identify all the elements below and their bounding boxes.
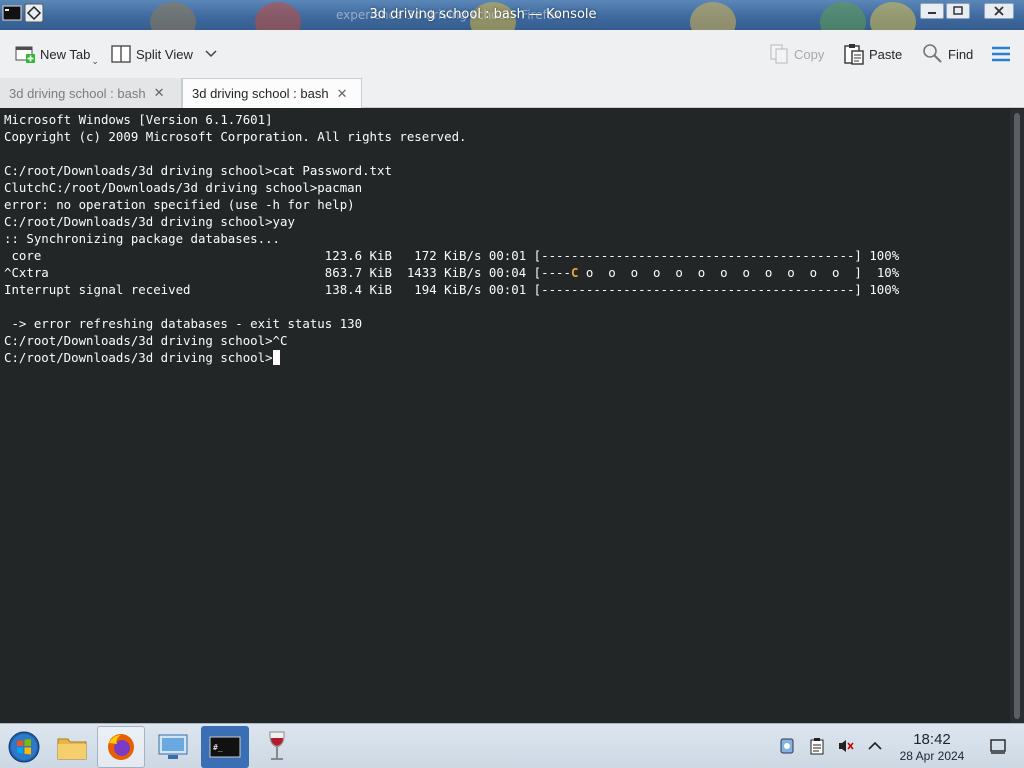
terminal-output[interactable]: Microsoft Windows [Version 6.1.7601] Cop…	[0, 109, 1010, 723]
tab-label: 3d driving school : bash	[9, 85, 146, 101]
close-tab-icon[interactable]: ✕	[154, 85, 165, 101]
start-orb-button[interactable]	[0, 726, 48, 768]
tab-bar: 3d driving school : bash ✕ 3d driving sc…	[0, 76, 1024, 108]
chevron-up-icon[interactable]	[866, 737, 884, 755]
taskbar-remote-desktop[interactable]	[149, 726, 197, 768]
hamburger-menu-icon	[990, 43, 1012, 65]
terminal-line: core 123.6 KiB 172 KiB/s 00:01 [--------…	[4, 248, 900, 263]
paste-button[interactable]: Paste	[843, 42, 902, 66]
terminal-line: Copyright (c) 2009 Microsoft Corporation…	[4, 129, 467, 144]
split-view-icon	[110, 43, 132, 65]
terminal-line: C:/root/Downloads/3d driving school>yay	[4, 214, 295, 229]
terminal-icon: #_	[209, 736, 241, 758]
terminal-line: ^Cxtra 863.7 KiB 1433 KiB/s 00:04 [----	[4, 265, 571, 280]
svg-text:#_: #_	[213, 743, 223, 752]
close-button[interactable]	[984, 3, 1014, 19]
taskbar-wine[interactable]	[253, 726, 301, 768]
terminal-line: :: Synchronizing package databases...	[4, 231, 281, 246]
new-tab-icon	[14, 43, 36, 65]
terminal-text: Microsoft Windows [Version 6.1.7601] Cop…	[4, 111, 899, 366]
maximize-button[interactable]	[946, 3, 970, 19]
copy-button[interactable]: Copy	[768, 42, 824, 66]
remote-desktop-icon	[158, 734, 188, 759]
firefox-icon	[108, 734, 134, 760]
taskbar-firefox[interactable]	[97, 726, 145, 768]
close-tab-icon[interactable]: ✕	[337, 86, 348, 102]
minimize-button[interactable]	[920, 3, 944, 19]
dropdown-arrow-icon: ⌄	[91, 55, 99, 66]
terminal-prompt: C:/root/Downloads/3d driving school>	[4, 350, 273, 365]
hamburger-menu-button[interactable]	[990, 42, 1012, 66]
terminal-cursor	[272, 350, 280, 365]
window-title: 3d driving school : bash — Konsole	[369, 7, 597, 22]
terminal-line: C:/root/Downloads/3d driving school>cat …	[4, 163, 392, 178]
terminal-line: C:/root/Downloads/3d driving school>^C	[4, 333, 288, 348]
clock-time: 18:42	[913, 731, 951, 748]
taskbar: #_ 18:42 28 Apr 2024	[0, 723, 1024, 768]
find-label: Find	[948, 46, 974, 62]
volume-muted-icon[interactable]	[837, 737, 855, 755]
wine-glass-icon	[269, 731, 285, 760]
tab-label: 3d driving school : bash	[192, 86, 329, 101]
find-button[interactable]: Find	[922, 42, 973, 66]
paste-icon	[843, 43, 865, 65]
search-icon	[922, 43, 944, 65]
split-view-label: Split View	[136, 46, 193, 62]
terminal-scrollbar[interactable]	[1010, 109, 1024, 723]
taskbar-file-manager[interactable]	[48, 726, 96, 768]
tab-bash-1[interactable]: 3d driving school : bash ✕	[0, 78, 182, 108]
windows-start-icon	[8, 731, 40, 763]
pacman-progress-tail: o o o o o o o o o o o o ] 10%	[578, 265, 900, 280]
taskbar-clock[interactable]: 18:42 28 Apr 2024	[886, 731, 978, 763]
clipboard-icon[interactable]	[808, 737, 826, 755]
new-tab-button[interactable]: New Tab ⌄	[14, 42, 99, 66]
copy-icon	[768, 43, 790, 65]
copy-label: Copy	[794, 46, 825, 62]
tray-app-icon[interactable]	[778, 737, 796, 755]
scrollbar-thumb[interactable]	[1014, 113, 1020, 719]
chevron-down-icon[interactable]	[205, 47, 217, 62]
terminal-line: Microsoft Windows [Version 6.1.7601]	[4, 112, 273, 127]
terminal-line: error: no operation specified (use -h fo…	[4, 197, 355, 212]
tab-bash-2[interactable]: 3d driving school : bash ✕	[182, 78, 362, 108]
new-tab-label: New Tab	[40, 46, 91, 62]
split-view-button[interactable]: Split View	[110, 42, 217, 66]
terminal-line: ClutchC:/root/Downloads/3d driving schoo…	[4, 180, 363, 195]
taskbar-terminal[interactable]: #_	[201, 726, 249, 768]
toolbar: New Tab ⌄ Split View Copy Paste Find	[0, 30, 1024, 76]
window-titlebar[interactable]: experience 3d driving school - Firefox 3…	[0, 0, 1024, 30]
show-desktop-icon[interactable]	[989, 737, 1007, 755]
terminal-line: -> error refreshing databases - exit sta…	[4, 316, 363, 331]
terminal-line: Interrupt signal received 138.4 KiB 194 …	[4, 282, 900, 297]
paste-label: Paste	[869, 46, 903, 62]
folder-icon	[57, 738, 87, 760]
clock-date: 28 Apr 2024	[899, 749, 965, 763]
